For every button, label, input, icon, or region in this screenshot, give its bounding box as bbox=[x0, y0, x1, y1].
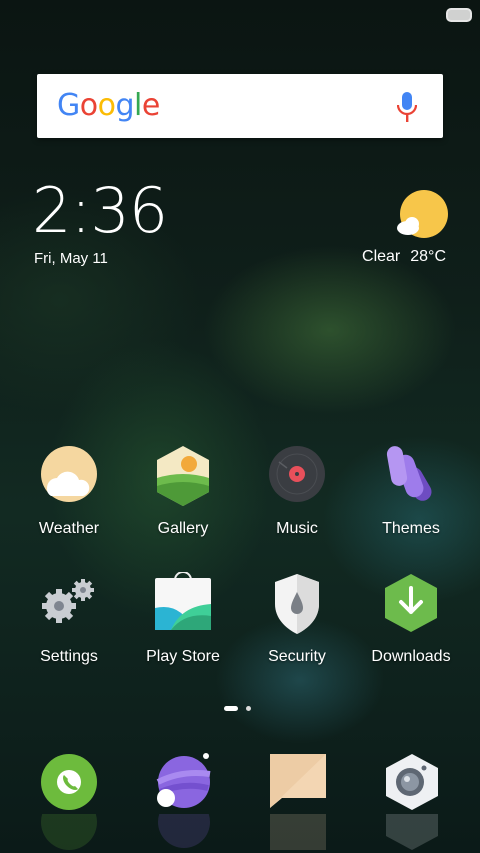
play-store-icon bbox=[155, 571, 211, 630]
app-play-store[interactable]: Play Store bbox=[128, 571, 238, 666]
app-label: Weather bbox=[38, 520, 100, 537]
app-label: Play Store bbox=[146, 648, 220, 665]
app-music[interactable]: Music bbox=[242, 444, 352, 538]
downloads-icon bbox=[385, 574, 437, 632]
page-dot-active bbox=[224, 706, 238, 711]
app-label: Music bbox=[276, 520, 318, 537]
page-dot bbox=[246, 706, 251, 711]
themes-icon bbox=[386, 446, 432, 501]
phone-icon bbox=[41, 754, 97, 810]
dock-phone[interactable] bbox=[37, 752, 101, 852]
battery-icon bbox=[446, 8, 472, 22]
app-gallery[interactable]: Gallery bbox=[128, 444, 238, 538]
app-label: Themes bbox=[382, 520, 440, 537]
camera-icon bbox=[386, 754, 438, 810]
phone-reflection bbox=[37, 814, 101, 852]
app-security[interactable]: Security bbox=[242, 572, 352, 666]
app-weather[interactable]: Weather bbox=[14, 444, 124, 538]
camera-reflection bbox=[380, 814, 444, 852]
app-settings[interactable]: Settings bbox=[14, 572, 124, 666]
app-label: Gallery bbox=[157, 520, 209, 537]
weather-condition: Clear bbox=[362, 248, 401, 265]
security-icon bbox=[275, 574, 319, 634]
browser-reflection bbox=[152, 814, 216, 852]
microphone-icon[interactable] bbox=[397, 92, 417, 122]
music-icon bbox=[269, 446, 325, 502]
dock-camera[interactable] bbox=[380, 752, 444, 852]
app-downloads[interactable]: Downloads bbox=[356, 572, 466, 666]
app-label: Settings bbox=[40, 648, 98, 665]
clock-time[interactable]: 2:36 bbox=[32, 180, 168, 242]
google-logo-letter: l bbox=[134, 88, 142, 123]
google-logo-letter: e bbox=[141, 88, 160, 123]
app-label: Downloads bbox=[371, 648, 451, 665]
google-logo-letter: g bbox=[115, 88, 135, 123]
google-logo-letter: o bbox=[79, 88, 98, 123]
messages-reflection bbox=[266, 814, 330, 852]
gallery-icon bbox=[157, 446, 209, 506]
weather-summary[interactable]: Clear 28°C bbox=[362, 248, 446, 266]
settings-icon bbox=[42, 579, 94, 623]
google-logo-letter: G bbox=[57, 88, 80, 123]
sun-cloud-icon[interactable] bbox=[394, 188, 450, 244]
google-search-bar[interactable]: Google bbox=[37, 74, 443, 138]
clock-date[interactable]: Fri, May 11 bbox=[34, 250, 108, 267]
weather-icon bbox=[41, 446, 97, 502]
dock-messages[interactable] bbox=[266, 752, 330, 852]
google-logo-letter: o bbox=[97, 88, 116, 123]
browser-icon bbox=[156, 753, 211, 808]
app-themes[interactable]: Themes bbox=[356, 444, 466, 538]
dock-browser[interactable] bbox=[152, 752, 216, 852]
weather-temperature: 28°C bbox=[410, 248, 446, 265]
messages-icon bbox=[270, 754, 326, 808]
google-logo: Google bbox=[57, 88, 160, 123]
app-label: Security bbox=[268, 648, 326, 665]
